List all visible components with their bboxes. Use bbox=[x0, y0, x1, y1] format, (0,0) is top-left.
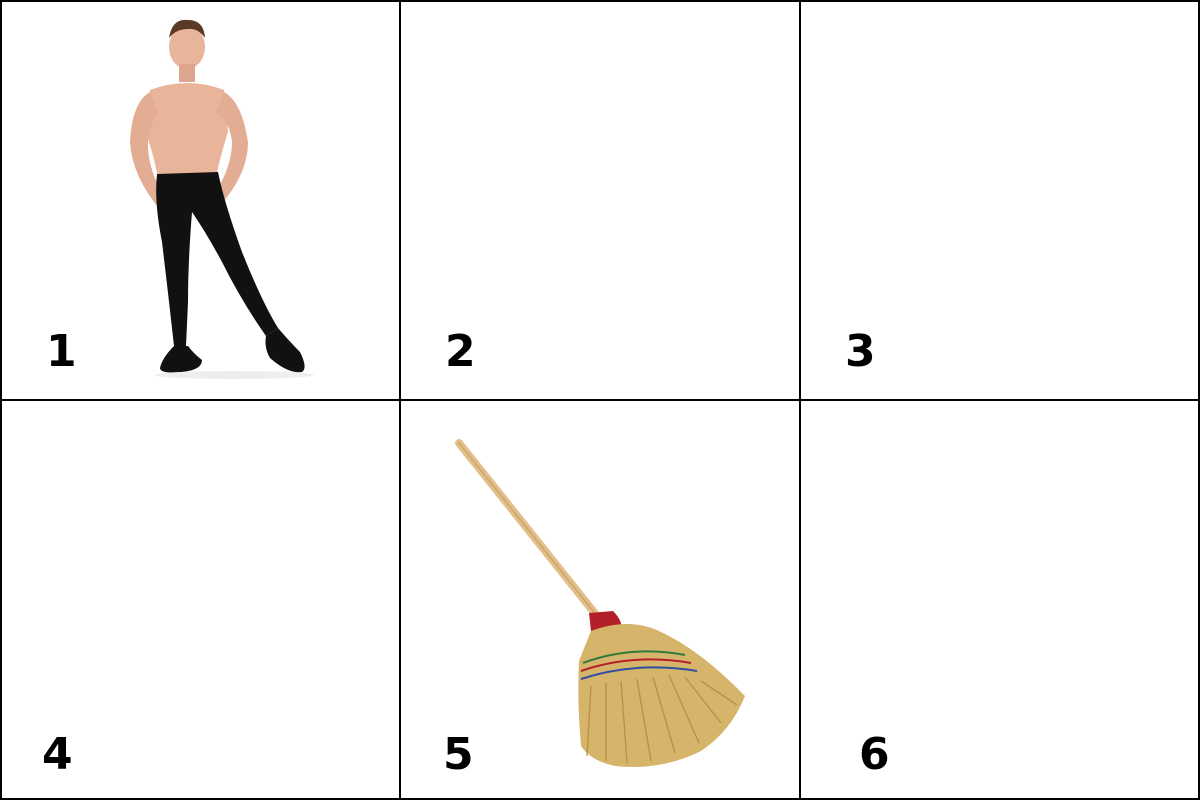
panel-2: 2 bbox=[399, 0, 801, 401]
panel-number: 3 bbox=[845, 326, 876, 377]
panel-number: 6 bbox=[859, 729, 890, 780]
panel-number: 4 bbox=[42, 729, 73, 780]
panel-6: 6 bbox=[799, 399, 1200, 800]
panel-5: 5 bbox=[399, 399, 801, 800]
panel-number: 2 bbox=[445, 326, 476, 377]
panel-number: 5 bbox=[443, 729, 474, 780]
panel-1: 1 bbox=[0, 0, 401, 401]
panel-grid: 1 2 3 4 5 6 bbox=[0, 0, 1200, 800]
panel-4: 4 bbox=[0, 399, 401, 800]
panel-number: 1 bbox=[46, 326, 77, 377]
panel-3: 3 bbox=[799, 0, 1200, 401]
